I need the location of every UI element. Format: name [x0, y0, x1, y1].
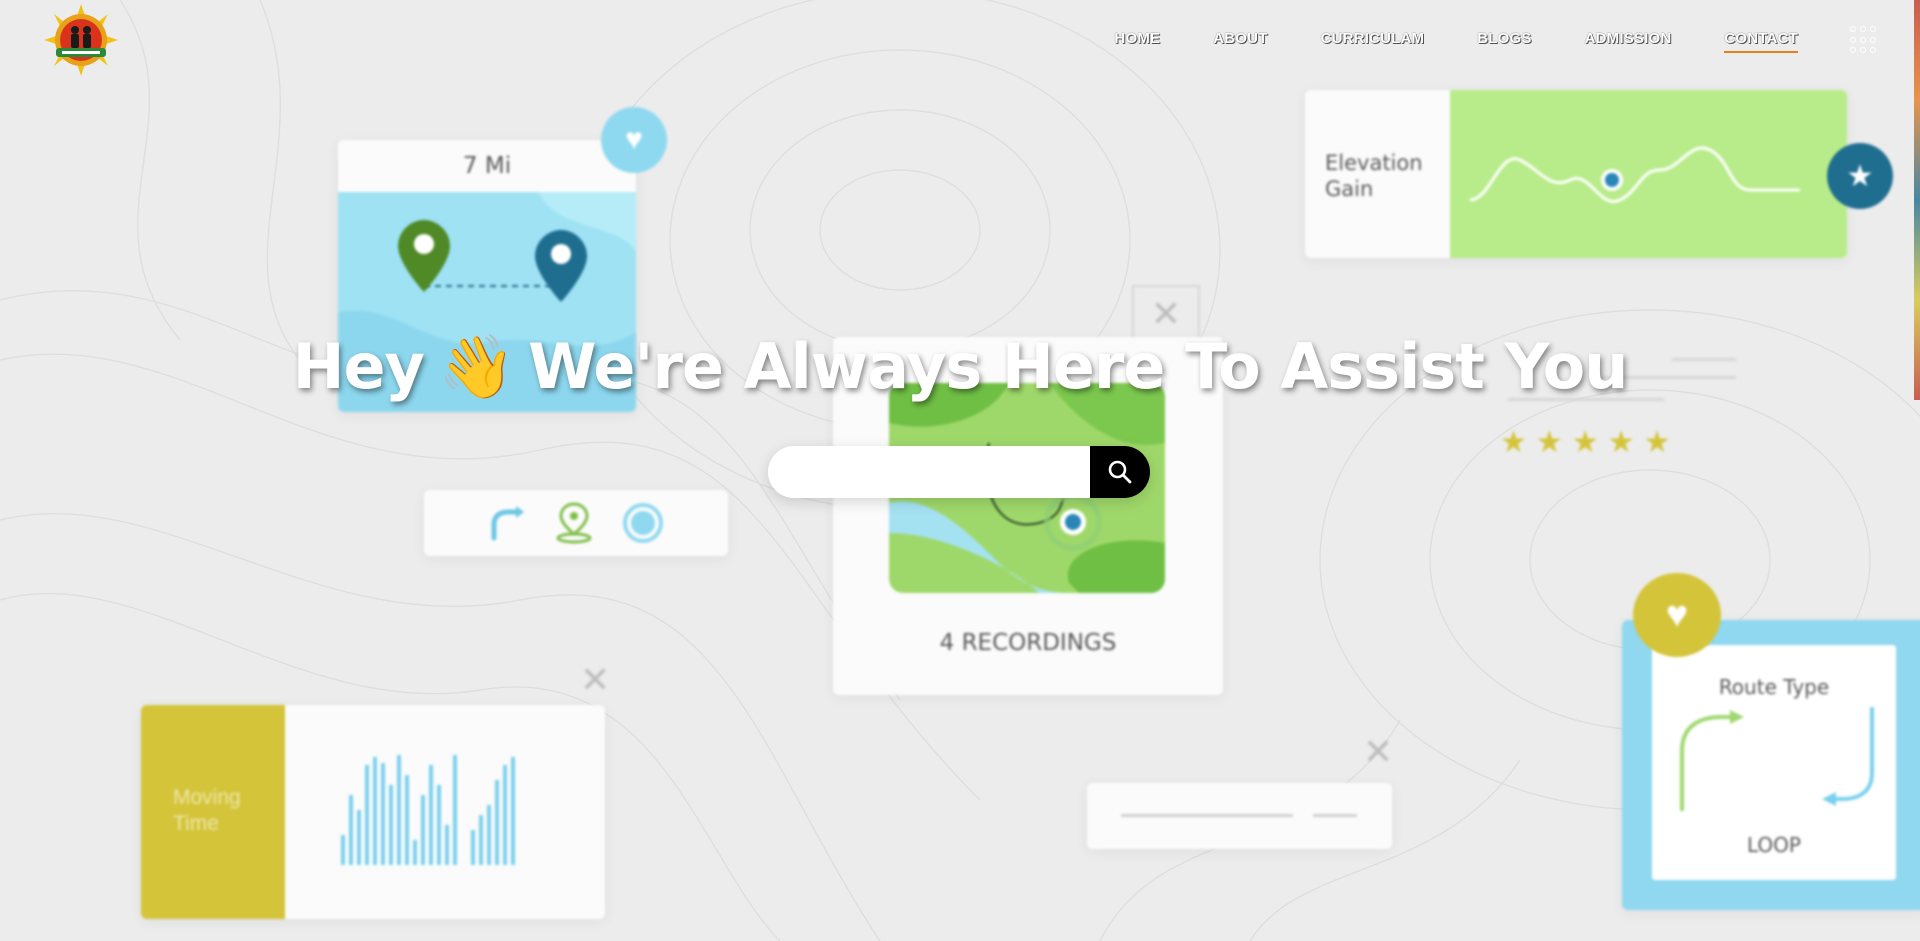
- elevation-label: Elevation Gain: [1325, 151, 1423, 201]
- moving-time-card: Moving Time: [141, 705, 605, 919]
- route-type-card: Route Type LOOP: [1622, 620, 1920, 910]
- stars-icon: ★★★★★: [1500, 426, 1680, 459]
- grid-dots-icon[interactable]: [1850, 26, 1878, 54]
- waving-hand-emoji: 👋: [437, 330, 515, 403]
- search-button[interactable]: [1090, 446, 1150, 498]
- school-logo[interactable]: [44, 4, 118, 76]
- moving-time-bars: [341, 755, 515, 865]
- heart-icon: ♥: [601, 107, 667, 173]
- target-icon: [623, 503, 663, 543]
- route-type-value: LOOP: [1747, 833, 1801, 857]
- recordings-label: 4 RECORDINGS: [939, 630, 1117, 656]
- nav-home[interactable]: HOME: [1114, 30, 1160, 53]
- elevation-card: Elevation Gain: [1305, 90, 1847, 258]
- moving-time-label: Moving Time: [173, 786, 241, 835]
- close-icon-3: ✕: [1363, 731, 1394, 772]
- heart-icon-2: ♥: [1633, 573, 1721, 657]
- map-pin-blue-icon: [535, 230, 587, 302]
- route-arrows-icon: [1680, 707, 1874, 811]
- nav-icons-card: [424, 490, 728, 556]
- nav-blogs[interactable]: BLOGS: [1477, 30, 1531, 53]
- hero-title-message: We're Always Here To Assist You: [528, 330, 1628, 403]
- hero-title: Hey 👋 We're Always Here To Assist You: [0, 330, 1920, 404]
- distance-label: 7 Mi: [462, 153, 512, 179]
- close-icon-2: ✕: [580, 659, 611, 700]
- lines-card: [1087, 783, 1392, 849]
- search-icon: [1108, 460, 1132, 484]
- moving-time-side: Moving Time: [141, 705, 285, 919]
- map-pin-green-icon: [398, 220, 450, 292]
- main-nav: HOME ABOUT CURRICULAM BLOGS ADMISSION CO…: [1114, 30, 1798, 53]
- nav-curriculam[interactable]: CURRICULAM: [1321, 30, 1425, 53]
- location-pin-icon: [556, 502, 592, 544]
- nav-about[interactable]: ABOUT: [1213, 30, 1267, 53]
- turn-arrow-icon: [491, 506, 524, 541]
- search-input[interactable]: [768, 446, 1090, 498]
- route-type-title: Route Type: [1718, 675, 1830, 699]
- nav-contact[interactable]: CONTACT: [1724, 30, 1798, 53]
- star-icon: ★: [1827, 143, 1893, 209]
- hero-title-greeting: Hey: [292, 330, 425, 403]
- search-bar: [768, 446, 1150, 498]
- elevation-plot: [1450, 90, 1847, 258]
- navbar: HOME ABOUT CURRICULAM BLOGS ADMISSION CO…: [0, 0, 1920, 80]
- nav-admission[interactable]: ADMISSION: [1585, 30, 1672, 53]
